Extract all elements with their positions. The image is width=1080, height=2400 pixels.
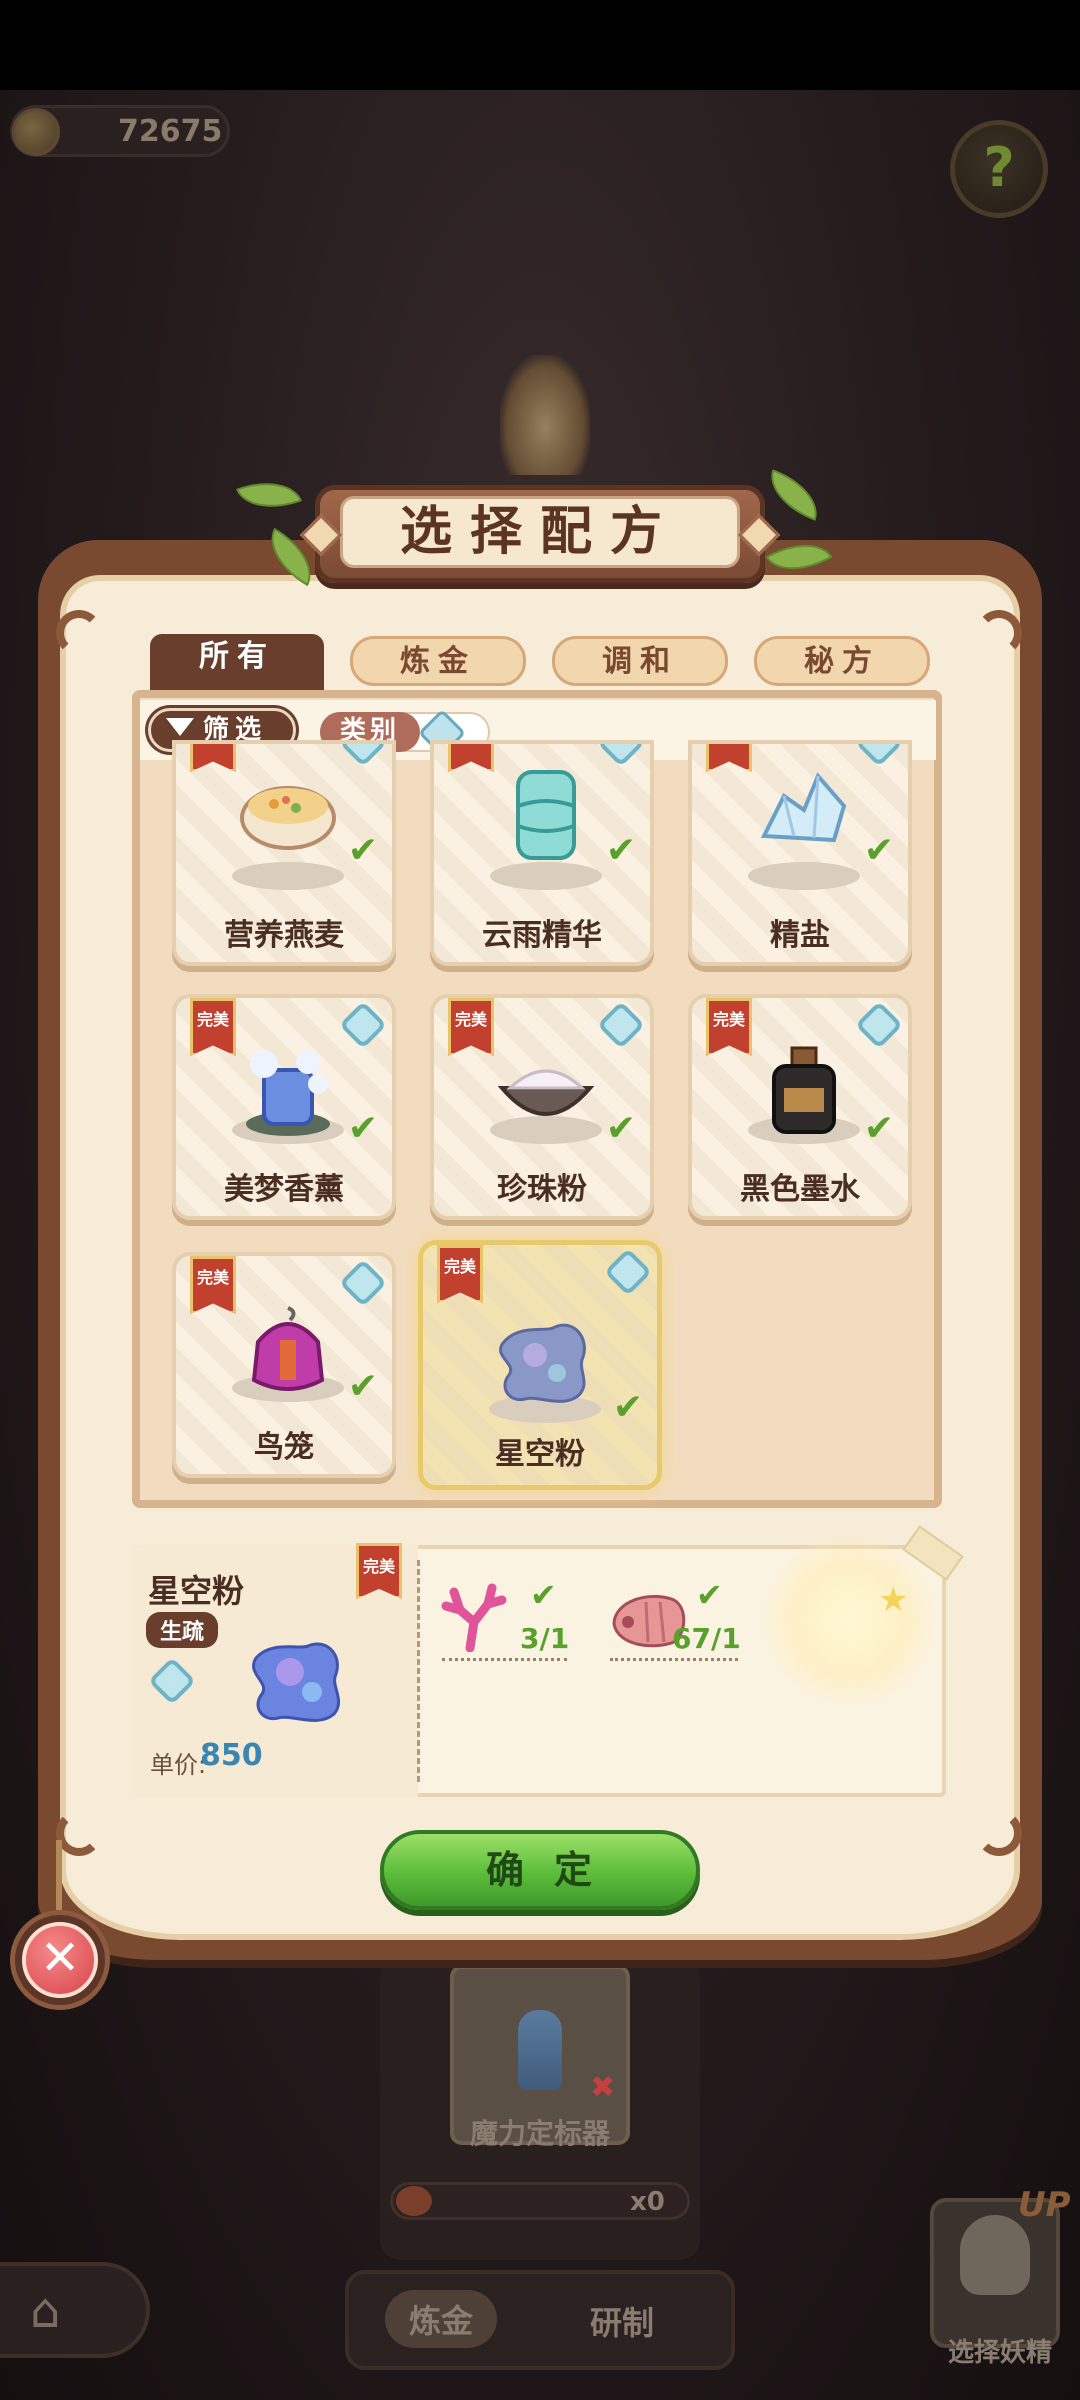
perfect-ribbon-label: 完美 <box>443 1257 476 1276</box>
proficiency-badge: 生疏 <box>146 1612 219 1648</box>
starry-powder-icon <box>499 1323 586 1403</box>
ingredient-count: 3/1 <box>520 1622 570 1655</box>
check-icon: ✔ <box>530 1576 557 1614</box>
teal-jar-icon <box>516 770 576 860</box>
recipe-card[interactable]: 完美 ✔ 珍珠粉 <box>430 994 654 1220</box>
star-icon: ★ <box>878 1580 909 1620</box>
recipe-card[interactable]: 完美✔营养燕麦 <box>172 740 396 966</box>
perfect-ribbon-label: 完美 <box>362 1557 395 1576</box>
corner-ornament <box>976 1810 1022 1856</box>
recipe-name: 云雨精华 <box>482 918 602 953</box>
tab-secret[interactable]: 秘方 <box>754 636 930 686</box>
recipe-name: 黑色墨水 <box>740 1172 860 1207</box>
item-shadow <box>490 862 602 890</box>
vial-icon <box>518 2010 562 2090</box>
confirm-button[interactable]: 确定 <box>380 1830 700 1910</box>
dialog-title: 选择配方 <box>399 502 680 562</box>
home-button[interactable] <box>0 2262 150 2358</box>
tab-all[interactable]: 所有 <box>150 634 324 694</box>
oatmeal-bowl-icon <box>240 786 336 850</box>
close-icon[interactable]: ✕ <box>22 1922 98 1998</box>
missing-x-icon: ✖ <box>590 2070 616 2105</box>
recipe-card[interactable]: 完美 ✔ 星空粉 <box>418 1240 662 1490</box>
station-count: x0 <box>630 2187 665 2217</box>
check-icon: ✔ <box>347 1108 378 1149</box>
check-icon: ✔ <box>605 830 636 871</box>
recipe-name: 精盐 <box>770 918 830 953</box>
check-icon: ✔ <box>347 830 378 871</box>
help-button[interactable]: ? <box>950 120 1048 218</box>
salt-crystal-icon <box>760 772 847 843</box>
recipe-name: 鸟笼 <box>254 1430 314 1465</box>
underline <box>442 1658 567 1661</box>
birdcage-icon <box>251 1306 325 1391</box>
price-value: 850 <box>200 1738 263 1773</box>
detail-title: 星空粉 <box>148 1572 245 1610</box>
rope <box>56 1840 62 1912</box>
recipe-name: 营养燕麦 <box>224 918 344 953</box>
perfect-ribbon-label: 完美 <box>454 1010 487 1029</box>
check-icon: ✔ <box>696 1576 723 1614</box>
corner-ornament <box>56 1810 102 1856</box>
fairy-avatar <box>960 2215 1030 2295</box>
item-shadow <box>748 862 860 890</box>
price-label: 单价: <box>150 1751 207 1779</box>
check-icon: ✔ <box>612 1387 643 1428</box>
ink-bottle-icon <box>772 1046 836 1134</box>
divider <box>417 1560 420 1782</box>
question-icon: ? <box>983 136 1015 199</box>
coral-icon <box>441 1583 507 1652</box>
perfect-ribbon-label: 完美 <box>712 1010 745 1029</box>
recipe-card[interactable]: 完美✔云雨精华 <box>430 740 654 966</box>
underline <box>610 1658 738 1661</box>
funnel-icon <box>166 718 194 736</box>
home-icon: ⌂ <box>30 2283 61 2339</box>
flower-icon <box>396 2186 432 2216</box>
corner-ornament <box>56 610 102 656</box>
recipe-name: 珍珠粉 <box>497 1172 587 1207</box>
check-icon: ✔ <box>863 1108 894 1149</box>
recipe-card[interactable]: 完美 ✔ 黑色墨水 <box>688 994 912 1220</box>
tab-blend[interactable]: 调和 <box>552 636 728 686</box>
aroma-candle-icon <box>246 1050 330 1136</box>
lamp-icon <box>500 355 590 475</box>
perfect-ribbon-label: 完美 <box>196 1268 229 1287</box>
recipe-card[interactable]: 完美✔精盐 <box>688 740 912 966</box>
bottom-tab-alchemy[interactable]: 炼金 <box>385 2290 498 2348</box>
bottom-tab-research[interactable]: 研制 <box>590 2298 654 2344</box>
item-shadow <box>232 862 344 890</box>
recipe-name: 美梦香薰 <box>224 1172 344 1207</box>
ingredient-count: 67/1 <box>672 1622 741 1655</box>
perfect-ribbon-label: 完美 <box>196 1010 229 1029</box>
select-fairy-label: 选择妖精 <box>947 2338 1052 2368</box>
check-icon: ✔ <box>863 830 894 871</box>
recipe-card[interactable]: 完美 ✔ 鸟笼 <box>172 1252 396 1478</box>
check-icon: ✔ <box>347 1366 378 1407</box>
up-badge: UP <box>1018 2185 1071 2225</box>
corner-ornament <box>976 610 1022 656</box>
station-label: 魔力定标器 <box>469 2117 610 2150</box>
coin-icon <box>12 108 60 156</box>
recipe-name: 星空粉 <box>495 1437 585 1472</box>
starry-powder-icon <box>252 1642 341 1722</box>
check-icon: ✔ <box>605 1108 636 1149</box>
status-bar <box>0 0 1080 90</box>
coin-value: 72675 <box>118 114 223 149</box>
recipe-card[interactable]: 完美 ✔ 美梦香薰 <box>172 994 396 1220</box>
pearl-powder-icon <box>497 1069 595 1116</box>
tab-alchemy[interactable]: 炼金 <box>350 636 526 686</box>
